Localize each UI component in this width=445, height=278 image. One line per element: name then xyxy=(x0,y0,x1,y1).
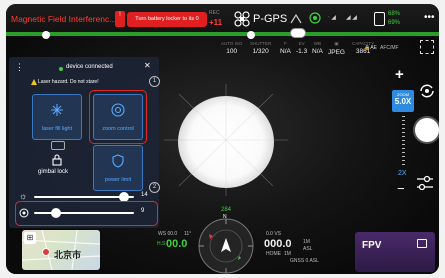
param-key: SHUTTER xyxy=(250,41,272,46)
gimbal-lock-button[interactable]: gimbal lock xyxy=(38,169,68,175)
vertical-speed-label: 0.0 VS xyxy=(266,231,282,237)
altitude-unit: ASL xyxy=(303,246,313,252)
altitude-value: 000.0 xyxy=(264,238,292,250)
hazard-icon xyxy=(31,79,37,85)
battery-warning-button[interactable]: Turn battery locker to its 0 xyxy=(127,12,207,27)
zoom-badge-label: ZOOM xyxy=(397,92,409,97)
zoom-scale[interactable] xyxy=(402,116,405,168)
mini-map[interactable]: ⊞ 北京市 xyxy=(22,230,100,270)
param-key: WB xyxy=(313,41,322,46)
timeline-marker[interactable] xyxy=(42,31,50,39)
close-icon[interactable]: ✕ xyxy=(144,61,151,70)
param-value: 1/320 xyxy=(252,48,269,55)
lens-flare xyxy=(164,84,288,196)
lock-icon-frame xyxy=(51,141,65,150)
focus-mode-button[interactable]: AFC/MF xyxy=(380,45,399,51)
param-value: N/A xyxy=(280,48,291,55)
map-pin-icon xyxy=(42,248,50,256)
brightness-icon: ☼ xyxy=(19,191,28,201)
battery-percent-2: 69% xyxy=(388,20,401,26)
home-label: HOME xyxy=(266,251,281,257)
zoom-tick-2x[interactable]: 2X xyxy=(398,170,407,177)
lock-icon xyxy=(52,154,62,166)
camera-param-aperture[interactable]: F N/A xyxy=(280,41,291,55)
horizontal-speed: 00.0 xyxy=(166,238,188,250)
fpv-label: FPV xyxy=(362,240,382,251)
step-badge-1: 1 xyxy=(149,76,160,87)
fpv-preview[interactable]: FPV xyxy=(355,232,435,272)
camera-param-wb[interactable]: WB N/A xyxy=(312,41,323,55)
param-key: AUTO ISO xyxy=(221,41,243,46)
wind-direction: 11° xyxy=(184,231,192,237)
ae-lock-button[interactable]: 🔒AE xyxy=(364,45,377,51)
map-city-label: 北京市 xyxy=(54,250,82,260)
shutter-button[interactable] xyxy=(415,118,439,142)
zoom-value: 5.0X xyxy=(394,97,412,106)
battery-percent-1: 68% xyxy=(388,11,401,17)
settings-sliders-icon[interactable] xyxy=(416,175,434,191)
top-status-bar: Magnetic Field Interferenc... ! Turn bat… xyxy=(6,4,439,34)
alert-title[interactable]: Magnetic Field Interferenc... xyxy=(11,14,116,24)
warning-icon: ! xyxy=(115,11,125,27)
signal-strength-2: ◢ ◢ xyxy=(346,15,357,21)
gnss-altitude: GNSS 0 ASL xyxy=(290,258,319,264)
altitude-sub: 1M xyxy=(303,239,310,245)
camera-param-shutter[interactable]: SHUTTER 1/320 xyxy=(250,41,271,55)
drone-icon xyxy=(234,11,250,27)
zoom-level-badge[interactable]: ZOOM 5.0X xyxy=(392,90,414,112)
payload-panel: ⋮ device connected ✕ Laser hazard. Do no… xyxy=(9,57,160,228)
panel-menu-icon[interactable]: ⋮ xyxy=(15,62,24,73)
battery-icon xyxy=(374,12,385,26)
compass-heading: 284 xyxy=(221,207,232,213)
compass-north: N xyxy=(223,214,227,220)
power-limit-button[interactable]: power limit xyxy=(93,145,143,191)
remote-signal-icon xyxy=(290,13,302,24)
light-icon xyxy=(51,104,63,116)
signal-strength-1: ᐧ ◢ xyxy=(328,15,336,21)
param-key: F xyxy=(284,41,287,46)
param-value: N/A xyxy=(312,48,323,55)
rec-value: +11 xyxy=(209,18,223,27)
zoom-in-button[interactable]: + xyxy=(395,66,404,83)
rec-label: REC xyxy=(209,10,220,16)
camera-param-iso[interactable]: AUTO ISO 100 xyxy=(221,41,242,55)
map-toggle-icon[interactable]: ⊞ xyxy=(24,232,36,244)
timeline-bar xyxy=(6,34,439,36)
camera-param-format[interactable]: ▣ JPEG xyxy=(328,41,345,56)
home-distance: 1M xyxy=(284,251,291,257)
tile-label: power limit xyxy=(104,177,132,183)
param-value: -1.3 xyxy=(296,48,308,55)
highlight-box-slider xyxy=(15,201,158,226)
param-key: EV xyxy=(298,41,305,46)
shield-icon xyxy=(112,154,124,168)
param-key: ▣ xyxy=(334,41,339,46)
gps-mode: P-GPS xyxy=(253,13,288,25)
timeline-handle[interactable] xyxy=(290,28,306,38)
camera-screen: Magnetic Field Interferenc... ! Turn bat… xyxy=(6,4,439,274)
expand-icon[interactable] xyxy=(417,239,427,248)
camera-switch-icon[interactable] xyxy=(418,82,436,100)
highlight-box-zoom xyxy=(89,90,147,144)
hazard-warning: Laser hazard. Do not stare! xyxy=(38,79,99,85)
compass xyxy=(198,218,254,274)
timeline-marker[interactable] xyxy=(247,31,255,39)
param-value: JPEG xyxy=(328,49,345,56)
frame-toggle-icon[interactable] xyxy=(420,40,434,54)
param-value: 100 xyxy=(226,48,238,55)
hs-prefix: H.S xyxy=(157,241,166,247)
zoom-out-button[interactable]: − xyxy=(397,181,405,196)
more-menu-icon[interactable]: ••• xyxy=(424,12,435,23)
link-icon xyxy=(309,12,321,24)
connection-status-dot xyxy=(59,67,63,71)
camera-param-ev[interactable]: EV -1.3 xyxy=(296,41,307,55)
brightness-value: 14 xyxy=(141,192,148,198)
connection-status: device connected xyxy=(66,64,113,70)
wind-speed-label: WS 00.0 xyxy=(158,231,178,237)
